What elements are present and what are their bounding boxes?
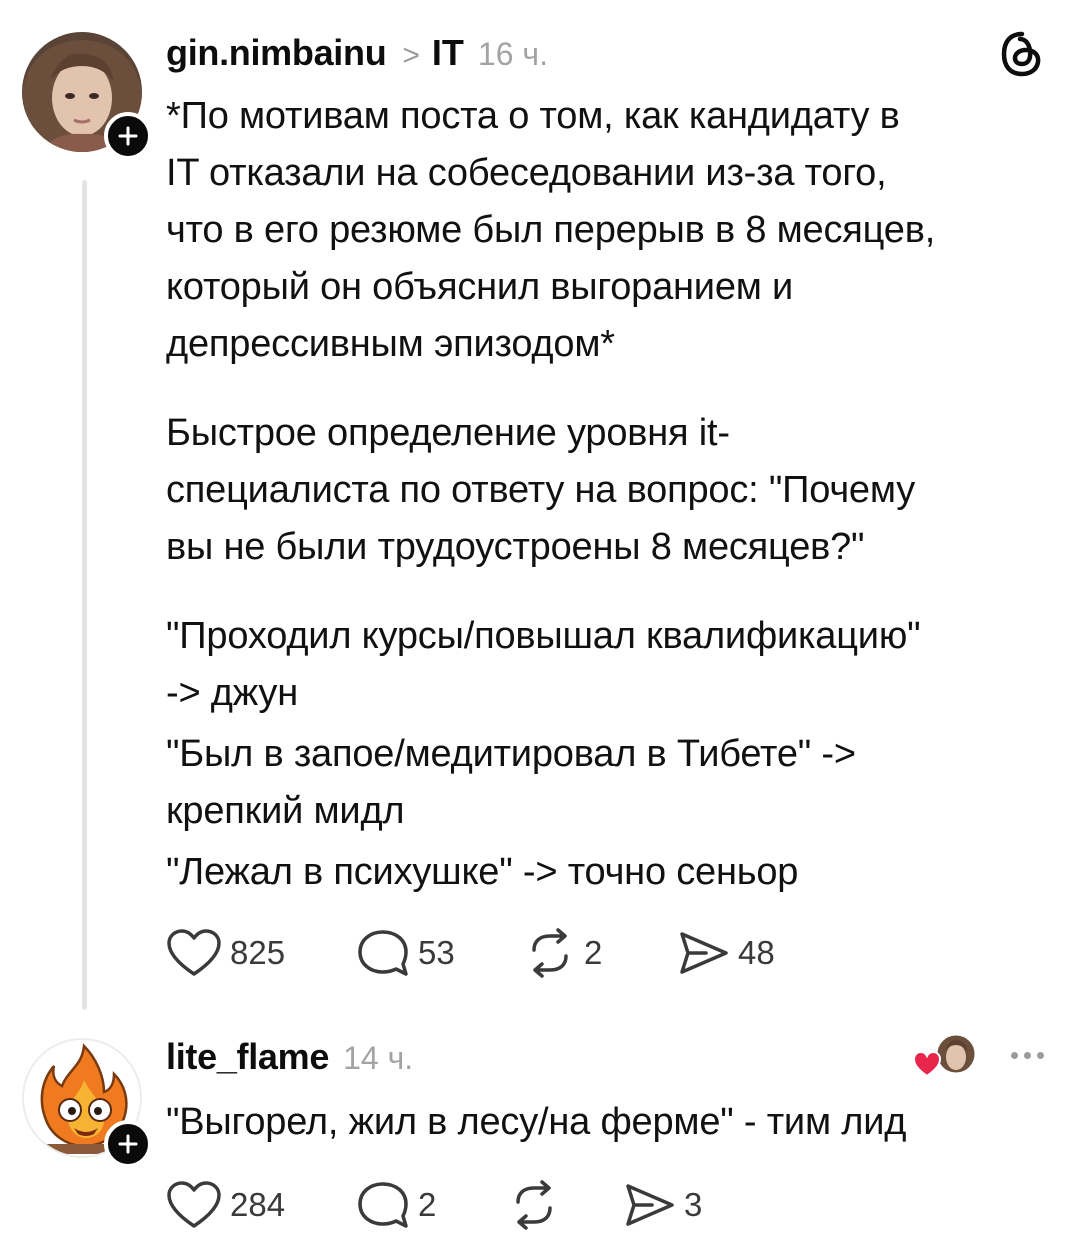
reply-share-count: 3 bbox=[684, 1186, 703, 1223]
text-line: специалиста по ответу на вопрос: "Почему bbox=[166, 469, 916, 511]
repost-icon bbox=[516, 1180, 552, 1230]
text-line: который он объяснил выгоранием и bbox=[166, 266, 794, 308]
follow-button[interactable] bbox=[104, 112, 152, 160]
comment-count: 53 bbox=[418, 934, 455, 971]
threads-logo-icon[interactable] bbox=[1000, 30, 1044, 83]
text-line: "Лежал в психушке" -> точно сеньор bbox=[166, 851, 799, 893]
plus-icon bbox=[118, 1134, 138, 1154]
repost-icon bbox=[532, 928, 568, 978]
text-line: крепкий мидл bbox=[166, 790, 405, 832]
send-icon bbox=[626, 1184, 674, 1226]
reply-like-count: 284 bbox=[230, 1186, 286, 1223]
liked-by-author-indicator bbox=[912, 1030, 982, 1080]
heart-icon bbox=[167, 929, 221, 976]
reply-actions: 284 2 3 bbox=[166, 1180, 742, 1230]
post-body: *По мотивам поста о том, как кандидату в… bbox=[166, 88, 1046, 901]
author-username[interactable]: gin.nimbainu bbox=[166, 32, 387, 74]
post-paragraph-3: "Проходил курсы/повышал квалификацию" ->… bbox=[166, 608, 1046, 901]
thread-line bbox=[82, 180, 87, 1010]
reply-time: 14 ч. bbox=[343, 1040, 414, 1076]
reply-text: "Выгорел, жил в лесу/на ферме" - тим лид bbox=[166, 1101, 907, 1143]
reply-username[interactable]: lite_flame bbox=[166, 1036, 329, 1078]
post-header: gin.nimbainu > IT 16 ч. bbox=[166, 32, 548, 74]
text-line: "Проходил курсы/повышал квалификацию" bbox=[166, 615, 921, 657]
repost-button[interactable]: 2 bbox=[524, 928, 676, 978]
heart-icon bbox=[912, 1050, 942, 1078]
plus-icon bbox=[118, 126, 138, 146]
text-line: IT отказали на собеседовании из-за того, bbox=[166, 152, 887, 194]
text-line: *По мотивам поста о том, как кандидату в bbox=[166, 95, 900, 137]
heart-icon bbox=[167, 1181, 221, 1228]
comment-bubble-icon bbox=[358, 1182, 408, 1228]
reply-body: "Выгорел, жил в лесу/на ферме" - тим лид bbox=[166, 1094, 1046, 1151]
threads-logo-icon-graphic bbox=[1001, 31, 1041, 77]
comment-button[interactable]: 53 bbox=[356, 928, 524, 978]
share-count: 48 bbox=[738, 934, 775, 971]
reply-comment-count: 2 bbox=[418, 1186, 437, 1223]
more-dots-icon[interactable] bbox=[1011, 1052, 1044, 1059]
like-count: 825 bbox=[230, 934, 286, 971]
text-line: что в его резюме был перерыв в 8 месяцев… bbox=[166, 209, 936, 251]
main-post: gin.nimbainu > IT 16 ч. *По мотивам пост… bbox=[0, 0, 1080, 1010]
breadcrumb-separator: > bbox=[402, 39, 420, 72]
text-line: депрессивным эпизодом* bbox=[166, 323, 615, 365]
reply-comment-button[interactable]: 2 bbox=[356, 1180, 508, 1230]
post-paragraph-2: Быстрое определение уровня it- специалис… bbox=[166, 405, 1046, 576]
send-icon bbox=[680, 932, 728, 974]
share-button[interactable]: 48 bbox=[676, 928, 826, 978]
reply-repost-button[interactable] bbox=[508, 1180, 622, 1230]
comment-bubble-icon bbox=[358, 930, 408, 976]
post-time: 16 ч. bbox=[477, 36, 548, 72]
post-actions: 825 53 2 48 bbox=[166, 928, 826, 978]
reply-share-button[interactable]: 3 bbox=[622, 1180, 742, 1230]
post-paragraph-1: *По мотивам поста о том, как кандидату в… bbox=[166, 88, 1046, 373]
reply-follow-button[interactable] bbox=[104, 1120, 152, 1168]
text-line: -> джун bbox=[166, 672, 299, 714]
text-line: Быстрое определение уровня it- bbox=[166, 412, 730, 454]
like-button[interactable]: 825 bbox=[166, 928, 356, 978]
repost-count: 2 bbox=[584, 934, 603, 971]
reply-header: lite_flame 14 ч. bbox=[166, 1036, 413, 1078]
topic-tag[interactable]: IT bbox=[432, 32, 464, 74]
text-line: вы не были трудоустроены 8 месяцев?" bbox=[166, 526, 865, 568]
text-line: "Был в запое/медитировал в Тибете" -> bbox=[166, 733, 856, 775]
reply-like-button[interactable]: 284 bbox=[166, 1180, 356, 1230]
